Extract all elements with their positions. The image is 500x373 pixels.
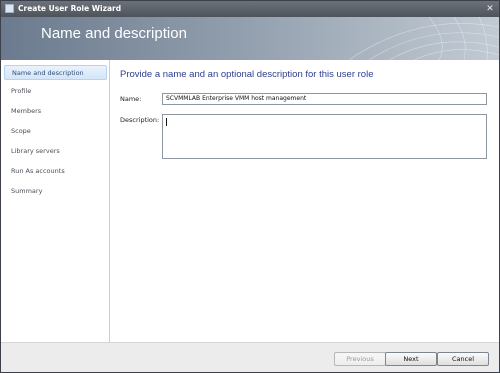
next-button[interactable]: Next: [385, 352, 437, 366]
section-heading: Provide a name and an optional descripti…: [120, 69, 374, 80]
sidebar-item-summary[interactable]: Summary: [4, 184, 107, 199]
sidebar-item-name-and-description[interactable]: Name and description: [4, 65, 107, 80]
sidebar-item-library-servers[interactable]: Library servers: [4, 144, 107, 159]
title-bar[interactable]: Create User Role Wizard ✕: [1, 1, 499, 17]
name-field[interactable]: SCVMMLAB Enterprise VMM host management: [162, 93, 487, 105]
sidebar-item-scope[interactable]: Scope: [4, 124, 107, 139]
window-title: Create User Role Wizard: [18, 4, 122, 13]
wizard-steps-sidebar: Name and description Profile Members Sco…: [1, 60, 110, 342]
sidebar-item-members[interactable]: Members: [4, 104, 107, 119]
wizard-footer: Previous Next Cancel: [1, 342, 499, 372]
description-field[interactable]: [162, 114, 487, 159]
header-globe-graphic: [348, 17, 499, 60]
description-label: Description:: [120, 116, 160, 124]
previous-button[interactable]: Previous: [334, 352, 386, 366]
text-caret: [166, 118, 167, 126]
app-icon: [5, 4, 14, 13]
name-label: Name:: [120, 95, 142, 103]
page-title: Name and description: [41, 25, 187, 42]
wizard-window: Create User Role Wizard ✕ Name and descr…: [0, 0, 500, 373]
main-panel: Provide a name and an optional descripti…: [110, 60, 499, 342]
sidebar-item-run-as-accounts[interactable]: Run As accounts: [4, 164, 107, 179]
cancel-button[interactable]: Cancel: [437, 352, 489, 366]
sidebar-item-profile[interactable]: Profile: [4, 84, 107, 99]
close-icon[interactable]: ✕: [485, 4, 495, 14]
wizard-header: Name and description: [1, 17, 499, 60]
